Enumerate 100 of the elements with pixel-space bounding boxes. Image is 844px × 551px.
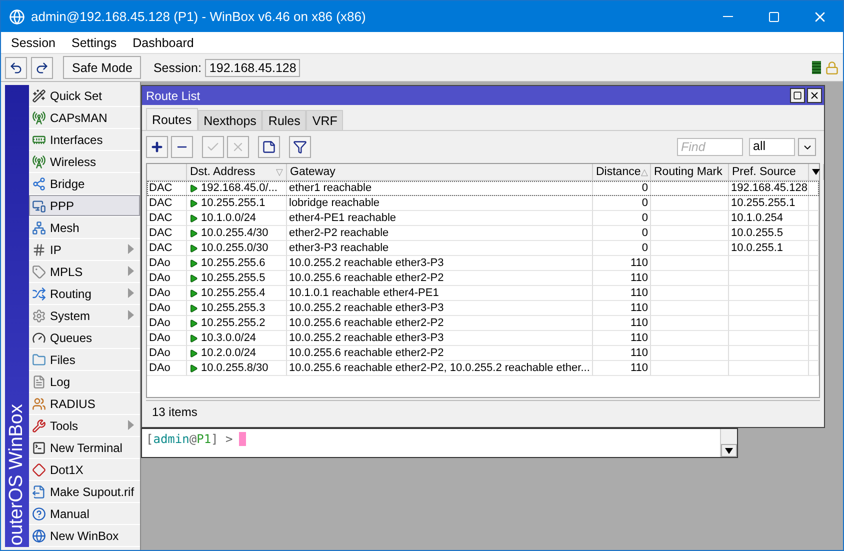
sort-indicator: ▽	[276, 167, 283, 177]
table-cell: 10.1.0.1 reachable ether4-PE1	[287, 286, 593, 301]
column-label: Distance	[596, 166, 641, 178]
table-cell: DAo	[147, 301, 187, 316]
menu-item[interactable]: Dashboard	[126, 36, 200, 50]
table-cell: 10.255.255.1	[187, 196, 287, 211]
table-row[interactable]: DAC 10.0.255.0/30 ether3-P3 reachable 0 10.0.255.1	[147, 241, 819, 256]
table-cell: 10.0.255.1	[729, 241, 809, 256]
table-row[interactable]: DAC 192.168.45.0/... ether1 reachable 0 192.168.45.128	[147, 181, 819, 196]
table-cell: 10.0.255.5	[729, 226, 809, 241]
column-header[interactable]: Routing Mark	[651, 164, 729, 180]
table-row[interactable]: DAo 10.3.0.0/24 10.0.255.2 reachable ether3-P3 110	[147, 331, 819, 346]
table-cell: 10.1.0.0/24	[187, 211, 287, 226]
table-cell: DAC	[147, 241, 187, 256]
column-label: Dst. Address	[190, 166, 256, 178]
table-cell: 0	[593, 211, 651, 226]
table-cell: DAC	[147, 226, 187, 241]
tab[interactable]: Routes	[146, 108, 198, 130]
window-title: admin@192.168.45.128 (P1) - WinBox v6.46 on x86 (x86)	[31, 9, 367, 24]
table-cell: 10.0.255.8/30	[187, 361, 287, 376]
table-cell: 110	[593, 346, 651, 361]
table-cell: 110	[593, 316, 651, 331]
table-row[interactable]: DAo 10.255.255.5 10.0.255.6 reachable ether2-P2 110	[147, 271, 819, 286]
table-cell: 0	[593, 181, 651, 196]
table-cell: 10.0.255.2 reachable ether3-P3	[287, 256, 593, 271]
column-header[interactable]: Gateway	[287, 164, 593, 180]
column-label: Gateway	[290, 166, 336, 178]
tab[interactable]: Nexthops	[198, 110, 262, 130]
table-cell: 192.168.45.0/...	[187, 181, 287, 196]
table-cell: 10.0.255.4/30	[187, 226, 287, 241]
table-cell: 0	[593, 196, 651, 211]
table-cell: DAo	[147, 346, 187, 361]
window-title: Route List	[146, 88, 202, 102]
menu-item[interactable]: Session	[5, 36, 62, 50]
table-cell: 110	[593, 361, 651, 376]
table-cell: 0	[593, 241, 651, 256]
table-cell: DAo	[147, 286, 187, 301]
table-row[interactable]: DAo 10.255.255.6 10.0.255.2 reachable ether3-P3 110	[147, 256, 819, 271]
table-cell: ether3-P3 reachable	[287, 241, 593, 256]
session-field[interactable]: 192.168.45.128	[205, 58, 300, 76]
table-cell: 110	[593, 256, 651, 271]
table-cell: DAC	[147, 196, 187, 211]
table-cell: 10.0.255.6 reachable ether2-P2	[287, 346, 593, 361]
sidebar-item[interactable]: PPP	[29, 195, 140, 217]
column-label: Pref. Source	[732, 166, 796, 178]
find-field[interactable]: Find	[677, 138, 743, 156]
table-row[interactable]: DAC 10.255.255.1 lobridge reachable 0 10.255.255.1	[147, 196, 819, 211]
table-cell: ether4-PE1 reachable	[287, 211, 593, 226]
table-cell: 10.2.0.0/24	[187, 346, 287, 361]
table-cell: 10.0.255.6 reachable ether2-P2, 10.0.255.2 reachable ether...	[287, 361, 593, 376]
table-cell: lobridge reachable	[287, 196, 593, 211]
column-header[interactable]: Distance△	[593, 164, 651, 180]
table-cell: DAo	[147, 361, 187, 376]
table-cell: 10.0.255.0/30	[187, 241, 287, 256]
table-cell: DAC	[147, 211, 187, 226]
table-cell: 10.0.255.6 reachable ether2-P2	[287, 271, 593, 286]
table-cell: 10.3.0.0/24	[187, 331, 287, 346]
table-cell: 110	[593, 271, 651, 286]
column-label: Routing Mark	[654, 166, 722, 178]
session-label: Session:	[153, 60, 202, 74]
table-cell: DAo	[147, 271, 187, 286]
table-cell: 10.255.255.3	[187, 301, 287, 316]
table-cell: 10.0.255.2 reachable ether3-P3	[287, 331, 593, 346]
terminal-prompt[interactable]: [admin@P1] >	[142, 429, 720, 457]
table-cell: 10.1.0.254	[729, 211, 809, 226]
table-cell: 10.0.255.6 reachable ether2-P2	[287, 316, 593, 331]
table-cell: DAo	[147, 331, 187, 346]
table-cell: 110	[593, 301, 651, 316]
table-cell: ether1 reachable	[287, 181, 593, 196]
table-row[interactable]: DAo 10.0.255.8/30 10.0.255.6 reachable ether2-P2, 10.0.255.2 reachable ether... 110	[147, 361, 819, 376]
table-cell: ether2-P2 reachable	[287, 226, 593, 241]
table-cell: 10.0.255.2 reachable ether3-P3	[287, 301, 593, 316]
table-row[interactable]: DAo 10.255.255.2 10.0.255.6 reachable ether2-P2 110	[147, 316, 819, 331]
table-row[interactable]: DAC 10.0.255.4/30 ether2-P2 reachable 0 10.0.255.5	[147, 226, 819, 241]
brand-text: outerOS WinBox	[6, 404, 28, 547]
tab[interactable]: Rules	[262, 110, 306, 130]
column-header[interactable]: Dst. Address ▽	[187, 164, 287, 180]
table-cell: DAC	[147, 181, 187, 196]
safe-mode-button[interactable]: Safe Mode	[63, 56, 142, 79]
table-cell: 10.255.255.6	[187, 256, 287, 271]
filter-select[interactable]: all	[749, 138, 795, 156]
table-cell: DAo	[147, 256, 187, 271]
table-cell: 10.255.255.5	[187, 271, 287, 286]
table-row[interactable]: DAo 10.2.0.0/24 10.0.255.6 reachable ether2-P2 110	[147, 346, 819, 361]
table-row[interactable]: DAo 10.255.255.4 10.1.0.1 reachable ether4-PE1 110	[147, 286, 819, 301]
table-row[interactable]: DAo 10.255.255.3 10.0.255.2 reachable ether3-P3 110	[147, 301, 819, 316]
table-cell: 10.255.255.2	[187, 316, 287, 331]
table-cell: 192.168.45.128	[729, 181, 809, 196]
status-text: 13 items	[146, 400, 820, 423]
table-cell: DAo	[147, 316, 187, 331]
menu-item[interactable]: Settings	[65, 36, 123, 50]
table-row[interactable]: DAC 10.1.0.0/24 ether4-PE1 reachable 0 10.1.0.254	[147, 211, 819, 226]
tab[interactable]: VRF	[306, 110, 344, 130]
table-cell: 110	[593, 286, 651, 301]
table-cell: 110	[593, 331, 651, 346]
table-cell: 0	[593, 226, 651, 241]
column-header[interactable]: Pref. Source	[729, 164, 809, 180]
table-cell: 10.255.255.1	[729, 196, 809, 211]
table-cell: 10.255.255.4	[187, 286, 287, 301]
sort-indicator: △	[640, 167, 648, 177]
